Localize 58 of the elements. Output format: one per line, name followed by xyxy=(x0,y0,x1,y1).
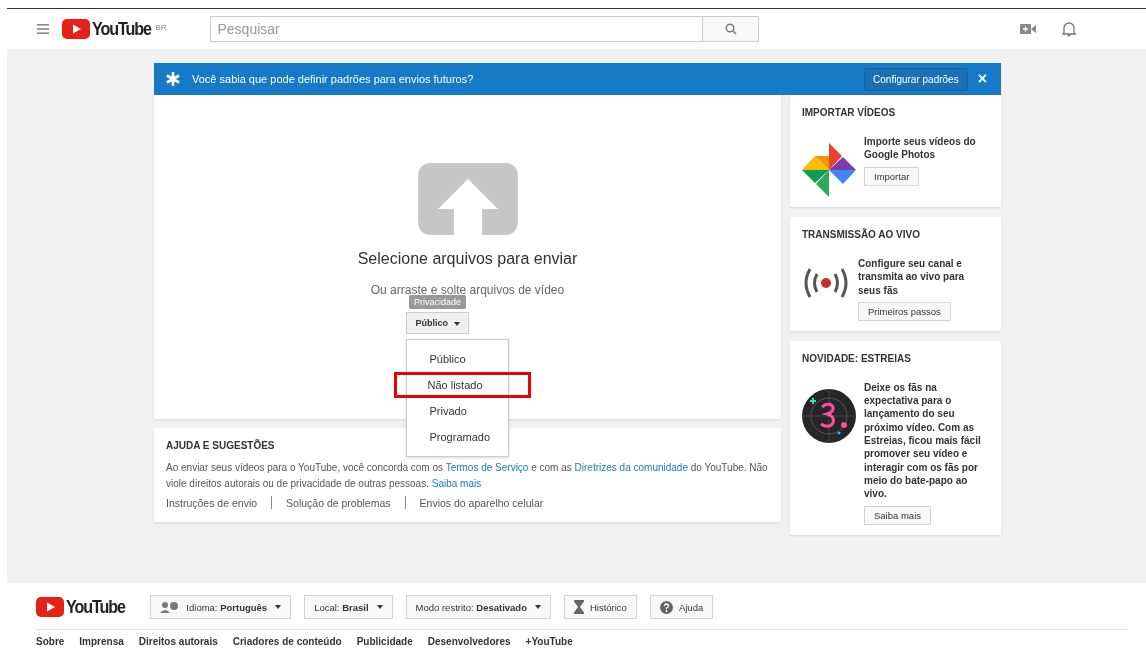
caret-icon xyxy=(376,605,383,609)
help-button[interactable]: Ajuda xyxy=(649,595,714,619)
youtube-logo[interactable]: YouTube xyxy=(36,596,136,618)
guidelines-link[interactable]: Diretrizes da comunidade xyxy=(574,462,688,473)
footer-link[interactable]: +YouTube xyxy=(525,636,573,647)
card-button[interactable]: Saiba mais xyxy=(864,505,931,525)
help-link[interactable]: Envios do aparelho celular xyxy=(419,496,544,509)
caret-icon xyxy=(534,605,541,609)
footer-dropdown[interactable]: Idioma: Português xyxy=(150,595,292,619)
privacy-dropdown[interactable]: Público xyxy=(406,312,469,334)
upload-subtitle: Ou arraste e solte arquivos de vídeo xyxy=(370,283,565,297)
menu-item[interactable]: Privado xyxy=(406,398,510,424)
youtube-logo[interactable]: YouTube $^{BR}$ xyxy=(62,18,167,40)
footer-link[interactable]: Direitos autorais xyxy=(138,636,218,647)
footer-link[interactable]: Imprensa xyxy=(79,636,124,647)
terms-link[interactable]: Termos de Serviço xyxy=(445,462,529,473)
caret-icon xyxy=(453,321,460,326)
footer-link[interactable]: Sobre xyxy=(36,636,65,647)
banner-text: Você sabia que pode definir padrões para envios futuros? xyxy=(192,73,475,85)
help-title: AJUDA E SUGESTÕES xyxy=(166,440,276,451)
card-description: Configure seu canal e transmita ao vivo para seus fãs xyxy=(858,257,966,297)
star-icon xyxy=(166,72,180,86)
pinwheel-icon xyxy=(802,143,856,197)
footer-dropdown[interactable]: Local: Brasil xyxy=(304,595,393,619)
help-icon xyxy=(659,600,673,614)
search-field[interactable]: Pesquisar xyxy=(210,16,704,42)
footer-link[interactable]: Publicidade xyxy=(356,636,413,647)
configure-defaults-button[interactable]: Configurar padrões xyxy=(864,67,968,91)
menu-item[interactable]: Programado xyxy=(406,424,510,450)
search-icon xyxy=(725,23,737,35)
help-text: Ao enviar seus vídeos para o YouTube, você concorda com os Termos de Serviço e com as Diretrizes da comunidade do YouTube. Não viole direitos autorais ou de privacidade de outras pessoas. Saiba mais xyxy=(166,461,769,491)
caret-icon xyxy=(275,605,282,609)
footer-dropdown[interactable]: Modo restrito: Desativado xyxy=(405,595,551,619)
card-title: IMPORTAR VÍDEOS xyxy=(802,107,897,118)
card-description: Deixe os fãs na expectativa para o lançamento do seu próximo vídeo. Com as Estreias, ficou mais fácil promover seu vídeo e interagir com os fãs por meio do bate-papo ao vivo. xyxy=(864,380,982,501)
privacy-tooltip: Privacidade xyxy=(408,295,466,309)
search-button[interactable] xyxy=(703,16,760,42)
help-link[interactable]: Instruções de envio xyxy=(166,496,258,509)
footer-link[interactable]: Desenvolvedores xyxy=(427,636,511,647)
learn-more-link[interactable]: Saiba mais xyxy=(431,478,482,489)
upload-title: Selecione arquivos para enviar xyxy=(357,250,578,268)
hourglass-icon xyxy=(573,600,584,614)
card-button[interactable]: Primeiros passos xyxy=(858,301,951,321)
menu-icon[interactable] xyxy=(37,24,49,34)
people-icon xyxy=(160,601,181,613)
video-camera-icon[interactable] xyxy=(1020,24,1036,34)
help-link[interactable]: Solução de problemas xyxy=(286,496,391,509)
card-title: NOVIDADE: ESTREIAS xyxy=(802,352,912,364)
card-title: TRANSMISSÃO AO VIVO xyxy=(802,229,921,240)
card-description: Importe seus vídeos do Google Photos xyxy=(864,135,977,162)
history-button[interactable]: Histórico xyxy=(563,595,637,619)
bell-icon[interactable] xyxy=(1062,21,1076,37)
menu-item[interactable]: Não listado xyxy=(394,372,532,398)
footer-link[interactable]: Criadores de conteúdo xyxy=(232,636,342,647)
close-button[interactable]: × xyxy=(973,70,991,88)
card-button[interactable]: Importar xyxy=(864,166,920,186)
countdown-icon xyxy=(802,388,856,443)
menu-item[interactable]: Público xyxy=(406,346,510,372)
